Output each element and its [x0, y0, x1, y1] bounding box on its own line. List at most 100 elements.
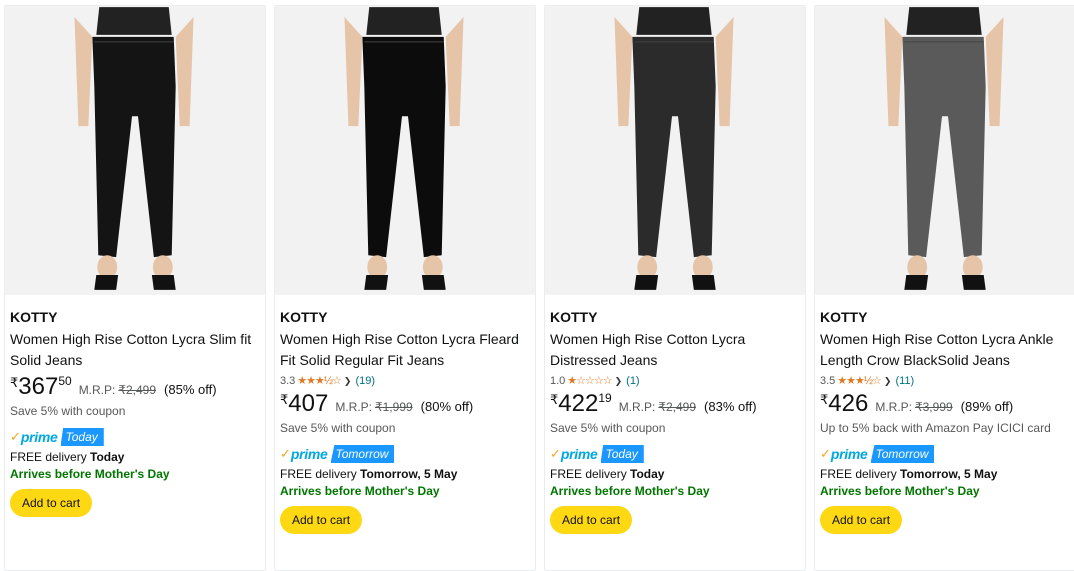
brand-name: KOTTY — [550, 309, 598, 325]
add-to-cart-button[interactable]: Add to cart — [550, 506, 633, 534]
offer-text: Save 5% with coupon — [280, 421, 396, 435]
chevron-down-icon[interactable]: ❯ — [344, 374, 352, 388]
product-image[interactable] — [545, 6, 805, 295]
prime-check-icon: ✓ — [550, 446, 561, 461]
rating-value: 3.5 — [820, 375, 836, 387]
price-fraction: 50 — [58, 374, 72, 388]
product-card[interactable]: KOTTY Women High Rise Cotton Lycra Ankle… — [814, 5, 1074, 571]
jeans-photo — [545, 7, 805, 294]
delivery-text: FREE delivery Today — [10, 449, 265, 465]
mrp-label: M.R.P: — [875, 400, 912, 414]
brand-name: KOTTY — [820, 309, 868, 325]
prime-label: prime — [560, 446, 598, 462]
currency-symbol: ₹ — [550, 392, 559, 407]
discount-percent: (85% off) — [164, 382, 217, 397]
brand-name: KOTTY — [10, 309, 58, 325]
jeans-photo — [815, 7, 1074, 294]
chevron-down-icon[interactable]: ❯ — [884, 374, 892, 388]
prime-badge: ✓ prime Tomorrow — [280, 444, 535, 464]
delivery-prefix: FREE delivery — [820, 467, 897, 481]
product-title[interactable]: Women High Rise Cotton Lycra Slim fit So… — [10, 329, 260, 371]
brand-name: KOTTY — [280, 309, 328, 325]
rating-row[interactable]: 1.0 ★☆☆☆☆ ❯ (1) — [550, 374, 805, 388]
prime-badge: ✓ prime Today — [550, 444, 805, 464]
product-image[interactable] — [5, 6, 265, 295]
add-to-cart-button[interactable]: Add to cart — [820, 506, 903, 534]
mrp-value: ₹3,999 — [915, 400, 953, 414]
jeans-photo — [5, 7, 265, 294]
mrp-label: M.R.P: — [335, 400, 372, 414]
price-row: ₹ 407 M.R.P: ₹1,999 (80% off) — [280, 391, 535, 417]
product-image[interactable] — [275, 6, 535, 295]
prime-badge: ✓ prime Tomorrow — [820, 444, 1074, 464]
delivery-prefix: FREE delivery — [550, 467, 627, 481]
star-rating-icon[interactable]: ★★★½☆ — [837, 374, 882, 388]
delivery-text: FREE delivery Tomorrow, 5 May — [820, 466, 1074, 482]
offer-text: Save 5% with coupon — [10, 404, 126, 418]
review-count[interactable]: (19) — [355, 374, 375, 388]
add-to-cart-button[interactable]: Add to cart — [10, 489, 93, 517]
price-row: ₹ 426 M.R.P: ₹3,999 (89% off) — [820, 391, 1074, 417]
discount-percent: (83% off) — [704, 399, 757, 414]
discount-percent: (89% off) — [960, 399, 1014, 414]
currency-symbol: ₹ — [280, 392, 289, 407]
discount-percent: (80% off) — [420, 399, 474, 414]
prime-delivery-badge: Today — [60, 428, 104, 446]
price-row: ₹ 422 19 M.R.P: ₹2,499 (83% off) — [550, 391, 805, 417]
offer-text: Save 5% with coupon — [550, 421, 666, 435]
rating-value: 1.0 — [550, 375, 566, 387]
price-whole: 422 — [558, 390, 599, 417]
price-fraction: 19 — [598, 391, 612, 405]
product-grid: KOTTY Women High Rise Cotton Lycra Slim … — [4, 5, 1074, 571]
mrp-value: ₹2,499 — [118, 383, 157, 397]
product-card[interactable]: KOTTY Women High Rise Cotton Lycra Distr… — [544, 5, 806, 571]
prime-check-icon: ✓ — [820, 446, 831, 461]
prime-label: prime — [290, 446, 328, 462]
add-to-cart-button[interactable]: Add to cart — [280, 506, 363, 534]
arrives-text: Arrives before Mother's Day — [10, 467, 170, 481]
product-title[interactable]: Women High Rise Cotton Lycra Ankle Lengt… — [820, 329, 1070, 371]
price-whole: 426 — [828, 390, 869, 417]
product-title[interactable]: Women High Rise Cotton Lycra Fleard Fit … — [280, 329, 530, 371]
currency-symbol: ₹ — [10, 375, 19, 390]
prime-check-icon: ✓ — [10, 429, 21, 444]
prime-delivery-badge: Today — [600, 445, 644, 463]
price-whole: 407 — [288, 390, 329, 417]
currency-symbol: ₹ — [820, 392, 829, 407]
product-card[interactable]: KOTTY Women High Rise Cotton Lycra Flear… — [274, 5, 536, 571]
delivery-prefix: FREE delivery — [280, 467, 357, 481]
arrives-text: Arrives before Mother's Day — [820, 484, 980, 498]
mrp-value: ₹1,999 — [375, 400, 413, 414]
price-whole: 367 — [18, 373, 59, 400]
rating-row[interactable]: 3.5 ★★★½☆ ❯ (11) — [820, 374, 1074, 388]
star-rating-icon[interactable]: ★☆☆☆☆ — [567, 374, 612, 388]
prime-badge: ✓ prime Today — [10, 427, 265, 447]
delivery-date: Today — [630, 467, 665, 481]
delivery-date: Tomorrow, 5 May — [900, 467, 998, 481]
delivery-prefix: FREE delivery — [10, 450, 87, 464]
product-card[interactable]: KOTTY Women High Rise Cotton Lycra Slim … — [4, 5, 266, 571]
prime-check-icon: ✓ — [280, 446, 291, 461]
mrp-label: M.R.P: — [618, 400, 656, 414]
delivery-date: Tomorrow, 5 May — [360, 467, 458, 481]
offer-text: Up to 5% back with Amazon Pay ICICI card — [820, 421, 1051, 435]
prime-delivery-badge: Tomorrow — [870, 445, 935, 463]
prime-delivery-badge: Tomorrow — [330, 445, 395, 463]
delivery-text: FREE delivery Tomorrow, 5 May — [280, 466, 535, 482]
jeans-photo — [275, 7, 535, 294]
mrp-value: ₹2,499 — [658, 400, 697, 414]
star-rating-icon[interactable]: ★★★½☆ — [297, 374, 342, 388]
chevron-down-icon[interactable]: ❯ — [615, 374, 623, 388]
delivery-date: Today — [90, 450, 125, 464]
rating-value: 3.3 — [280, 375, 296, 387]
rating-row[interactable]: 3.3 ★★★½☆ ❯ (19) — [280, 374, 535, 388]
product-image[interactable] — [815, 6, 1074, 295]
prime-label: prime — [20, 429, 58, 445]
price-row: ₹ 367 50 M.R.P: ₹2,499 (85% off) — [10, 374, 265, 400]
review-count[interactable]: (1) — [626, 374, 639, 388]
review-count[interactable]: (11) — [895, 374, 914, 388]
product-title[interactable]: Women High Rise Cotton Lycra Distressed … — [550, 329, 800, 371]
arrives-text: Arrives before Mother's Day — [550, 484, 710, 498]
mrp-label: M.R.P: — [78, 383, 116, 397]
prime-label: prime — [830, 446, 868, 462]
